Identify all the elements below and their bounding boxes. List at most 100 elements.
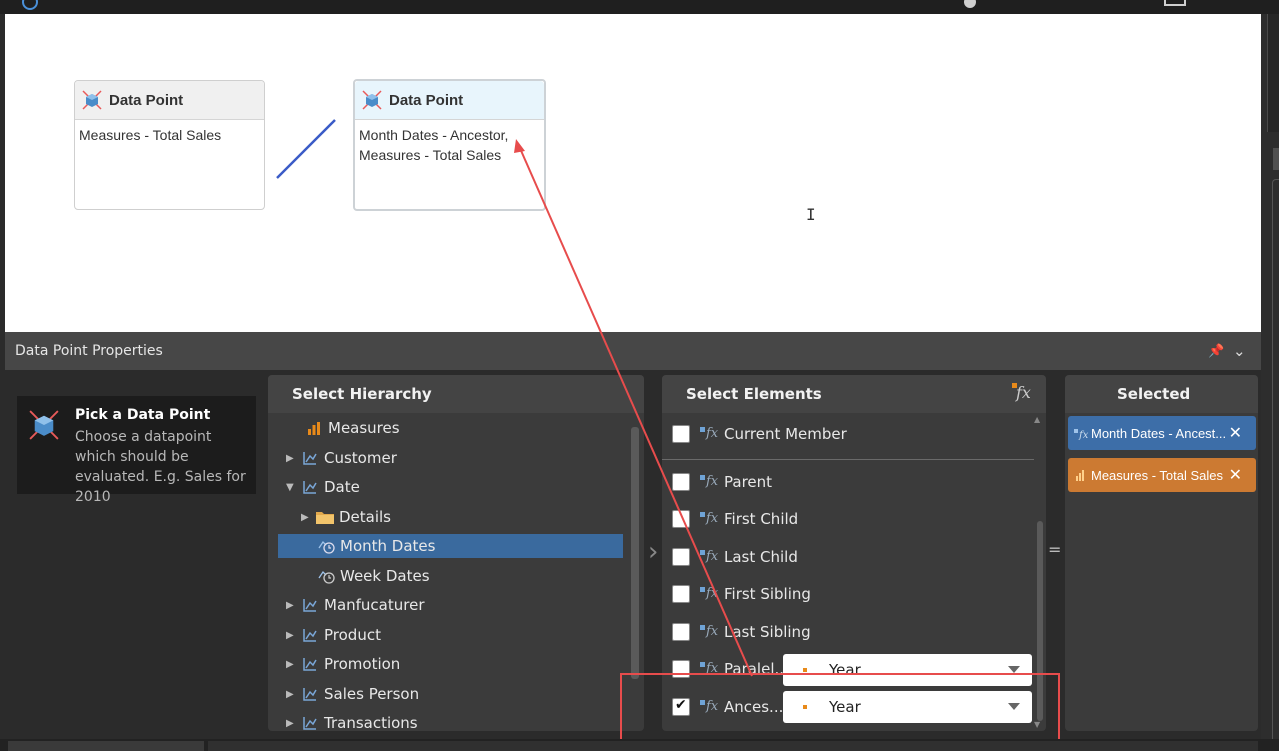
function-icon: fx — [698, 510, 720, 528]
status-segment — [208, 741, 1258, 751]
checkbox[interactable] — [672, 623, 690, 641]
design-canvas[interactable]: Data Point Measures - Total Sales Data P… — [5, 14, 1261, 332]
bar-chart-icon — [1074, 468, 1090, 482]
function-icon: fx — [698, 623, 720, 641]
status-bar — [0, 739, 1279, 751]
hierarchy-item-customer[interactable]: ▶ Customer — [286, 446, 397, 470]
chip-label: Month Dates - Ancest... — [1091, 425, 1227, 441]
hierarchy-item-sales-person[interactable]: ▶ Sales Person — [286, 682, 419, 706]
element-current-member[interactable]: fx Current Member — [662, 419, 1034, 449]
hierarchy-item-measures[interactable]: Measures — [290, 416, 400, 440]
pick-title: Pick a Data Point — [75, 407, 211, 423]
side-rail-tab — [1273, 148, 1279, 170]
function-icon: fx — [698, 585, 720, 603]
pick-data-point-hint: Pick a Data Point Choose a datapoint whi… — [17, 396, 256, 505]
hierarchy-item-label: Measures — [328, 419, 400, 437]
element-label: First Sibling — [724, 585, 811, 603]
chevron-right-icon[interactable]: › — [648, 537, 658, 567]
hierarchy-item-product[interactable]: ▶ Product — [286, 623, 381, 647]
checkbox[interactable] — [672, 425, 690, 443]
selected-title: Selected — [1065, 375, 1258, 413]
hierarchy-icon — [300, 626, 320, 644]
status-segment — [8, 741, 204, 751]
selected-chip-total-sales[interactable]: Measures - Total Sales ✕ — [1068, 458, 1256, 492]
folder-icon — [315, 508, 335, 526]
app-icon — [22, 0, 38, 10]
hierarchy-item-promotion[interactable]: ▶ Promotion — [286, 652, 400, 676]
user-icon[interactable] — [964, 0, 976, 8]
hierarchy-item-label: Manfucaturer — [324, 596, 425, 614]
element-parent[interactable]: fx Parent — [662, 467, 1034, 497]
element-label: Last Child — [724, 548, 798, 566]
hierarchy-item-label: Details — [339, 508, 392, 526]
chevron-down-icon[interactable]: ⌄ — [1233, 342, 1246, 360]
window-icon[interactable] — [1164, 0, 1186, 6]
chevron-right-icon[interactable]: ▶ — [286, 689, 300, 700]
card-connector — [276, 119, 336, 179]
function-icon[interactable]: fx — [1012, 383, 1031, 402]
checkbox[interactable] — [672, 585, 690, 603]
chevron-right-icon[interactable]: ▶ — [286, 453, 300, 464]
checkbox[interactable] — [672, 548, 690, 566]
hierarchy-item-label: Promotion — [324, 655, 401, 673]
function-icon: fx — [1074, 426, 1090, 441]
hierarchy-icon — [300, 655, 320, 673]
side-rail-top — [1267, 14, 1279, 132]
caret-down-icon[interactable] — [1008, 666, 1020, 673]
chevron-right-icon[interactable]: ▶ — [286, 600, 300, 611]
divider — [662, 459, 1034, 460]
element-label: Current Member — [724, 425, 847, 443]
time-level-icon — [316, 537, 336, 555]
hierarchy-item-label: Week Dates — [340, 567, 430, 585]
elements-title: Select Elements — [662, 375, 1046, 413]
element-label: Last Sibling — [724, 623, 811, 641]
hierarchy-item-label: Customer — [324, 449, 397, 467]
element-label: First Child — [724, 510, 799, 528]
hierarchy-icon — [300, 478, 320, 496]
close-icon[interactable]: ✕ — [1229, 423, 1242, 443]
hierarchy-item-manufacturer[interactable]: ▶ Manfucaturer — [286, 593, 425, 617]
pin-icon[interactable]: 📌 — [1208, 344, 1224, 359]
hierarchy-item-label: Sales Person — [324, 685, 420, 703]
hierarchy-scrollbar[interactable] — [631, 427, 639, 679]
chevron-right-icon[interactable]: ▶ — [286, 659, 300, 670]
chevron-right-icon[interactable]: ▶ — [286, 718, 300, 729]
element-first-child[interactable]: fx First Child — [662, 504, 1034, 534]
function-icon: fx — [698, 548, 720, 566]
hierarchy-title: Select Hierarchy — [268, 375, 644, 413]
chevron-right-icon[interactable]: ▶ — [301, 512, 315, 523]
chevron-right-icon[interactable]: ▶ — [286, 630, 300, 641]
chip-label: Measures - Total Sales — [1091, 467, 1223, 483]
panel-header: Data Point Properties 📌 ⌄ — [5, 332, 1261, 370]
chevron-down-icon[interactable]: ▼ — [286, 482, 300, 493]
level-icon — [803, 668, 807, 672]
element-last-sibling[interactable]: fx Last Sibling — [662, 617, 1034, 647]
hierarchy-item-week-dates[interactable]: Week Dates — [316, 564, 430, 588]
function-icon: fx — [698, 473, 720, 491]
scroll-up-icon[interactable]: ▲ — [1034, 415, 1040, 424]
hierarchy-item-details[interactable]: ▶ Details — [301, 505, 391, 529]
hierarchy-icon — [300, 596, 320, 614]
hierarchy-item-month-dates[interactable]: Month Dates — [278, 534, 623, 558]
hierarchy-item-label: Date — [324, 478, 360, 496]
checkbox[interactable] — [672, 510, 690, 528]
checkbox[interactable] — [672, 473, 690, 491]
hierarchy-icon — [300, 449, 320, 467]
pick-description: Choose a datapoint which should be evalu… — [75, 429, 246, 505]
select-hierarchy-column: Select Hierarchy Measures ▶ Customer ▼ D… — [268, 375, 644, 731]
element-last-child[interactable]: fx Last Child — [662, 542, 1034, 572]
hierarchy-item-transactions[interactable]: ▶ Transactions — [286, 711, 418, 731]
element-first-sibling[interactable]: fx First Sibling — [662, 579, 1034, 609]
hierarchy-item-date[interactable]: ▼ Date — [286, 475, 360, 499]
selected-column: Selected fx Month Dates - Ancest... ✕ Me… — [1065, 375, 1258, 731]
close-icon[interactable]: ✕ — [1229, 465, 1242, 485]
side-rail — [1261, 14, 1279, 751]
hierarchy-item-label: Product — [324, 626, 381, 644]
side-rail-panel — [1272, 179, 1279, 739]
text-cursor-icon: I — [806, 205, 816, 224]
time-level-icon — [316, 567, 336, 585]
bar-chart-icon — [304, 419, 324, 437]
annotation-highlight-box — [620, 673, 1060, 741]
selected-chip-month-dates[interactable]: fx Month Dates - Ancest... ✕ — [1068, 416, 1256, 450]
data-point-icon — [29, 410, 59, 440]
